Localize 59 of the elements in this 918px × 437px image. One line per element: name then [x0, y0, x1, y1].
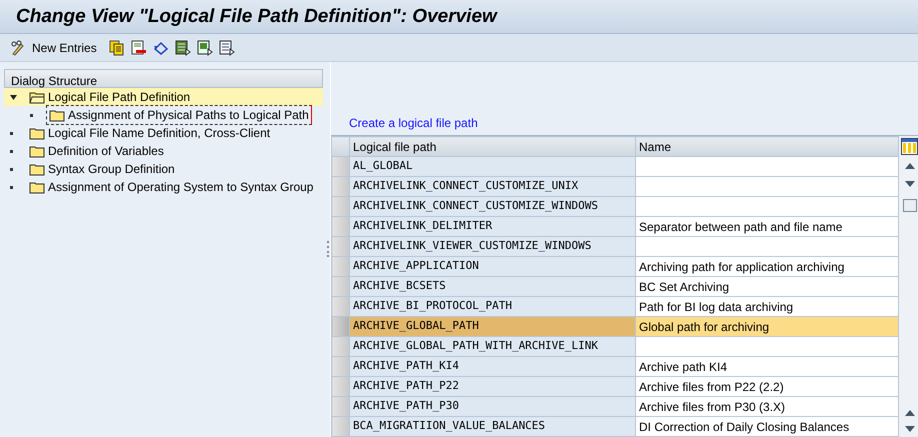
- table-cell: ARCHIVE_GLOBAL_PATH: [350, 316, 636, 336]
- table-cell: ARCHIVE_BCSETS: [350, 276, 636, 296]
- folder-icon: [49, 108, 65, 122]
- table-cell: Archive path KI4: [636, 356, 898, 376]
- table-cell: ARCHIVELINK_CONNECT_CUSTOMIZE_WINDOWS: [350, 196, 636, 216]
- bullet-icon: [10, 150, 13, 152]
- tree-item[interactable]: Assignment of Operating System to Syntax Group: [26, 177, 316, 197]
- select-all-icon[interactable]: [174, 40, 191, 56]
- table-cell: Archiving path for application archiving: [636, 256, 898, 276]
- delete-icon[interactable]: [130, 40, 147, 56]
- tree-item[interactable]: Syntax Group Definition: [26, 159, 178, 179]
- table-cell: ARCHIVELINK_CONNECT_CUSTOMIZE_UNIX: [350, 176, 636, 196]
- folder-icon: [29, 144, 45, 158]
- folder-icon: [29, 180, 45, 194]
- expand-arrow-icon[interactable]: [10, 94, 17, 100]
- bullet-icon: [10, 186, 13, 188]
- table-cell: ARCHIVE_PATH_KI4: [350, 356, 636, 376]
- scroll-up-icon[interactable]: [904, 410, 914, 416]
- tree-item[interactable]: Logical File Name Definition, Cross-Client: [26, 123, 274, 143]
- create-link[interactable]: Create a logical file path: [349, 114, 478, 132]
- pencil-icon[interactable]: [10, 40, 26, 56]
- folder-icon: [29, 126, 45, 140]
- copy-icon[interactable]: [108, 40, 125, 56]
- scroll-up-icon[interactable]: [904, 163, 914, 169]
- select-block-icon[interactable]: [196, 40, 213, 56]
- table-cell: BC Set Archiving: [636, 276, 898, 296]
- scroll-thumb[interactable]: [902, 199, 916, 212]
- table-cell: Path for BI log data archiving: [636, 296, 898, 316]
- deselect-all-icon[interactable]: [218, 40, 235, 56]
- bullet-icon: [30, 114, 33, 116]
- table-cell: AL_GLOBAL: [350, 156, 636, 176]
- table-cell: ARCHIVE_APPLICATION: [350, 256, 636, 276]
- table-cell: Global path for archiving: [636, 316, 898, 336]
- open-folder-icon: [29, 90, 45, 104]
- tree-item[interactable]: Definition of Variables: [26, 141, 167, 161]
- bullet-icon: [10, 168, 13, 170]
- column-settings-icon[interactable]: [901, 138, 918, 155]
- table-cell: DI Correction of Daily Closing Balances: [636, 416, 898, 436]
- panel-header: Dialog Structure: [4, 69, 323, 88]
- table-cell: Separator between path and file name: [636, 216, 898, 236]
- table-cell: BCA_MIGRATIION_VALUE_BALANCES: [350, 416, 636, 436]
- window-title: Change View "Logical File Path Definition": Overview: [0, 0, 918, 34]
- column-header[interactable]: Name: [636, 136, 898, 156]
- folder-icon: [29, 162, 45, 176]
- table-cell: ARCHIVELINK_DELIMITER: [350, 216, 636, 236]
- table-cell: ARCHIVE_BI_PROTOCOL_PATH: [350, 296, 636, 316]
- table-cell: Archive files from P30 (3.X): [636, 396, 898, 416]
- table-cell: ARCHIVE_GLOBAL_PATH_WITH_ARCHIVE_LINK: [350, 336, 636, 356]
- table-cell: ARCHIVE_PATH_P30: [350, 396, 636, 416]
- bullet-icon: [10, 132, 13, 134]
- splitter-handle-icon[interactable]: [326, 241, 328, 257]
- new-entries-button[interactable]: New Entries: [32, 42, 97, 54]
- table-cell: ARCHIVELINK_VIEWER_CUSTOMIZE_WINDOWS: [350, 236, 636, 256]
- tree-item[interactable]: Assignment of Physical Paths to Logical Path: [46, 105, 312, 125]
- scroll-down-icon[interactable]: [904, 181, 914, 187]
- scroll-down-icon[interactable]: [904, 426, 914, 432]
- column-header[interactable]: Logical file path: [350, 136, 636, 156]
- table-cell: Archive files from P22 (2.2): [636, 376, 898, 396]
- table-cell: ARCHIVE_PATH_P22: [350, 376, 636, 396]
